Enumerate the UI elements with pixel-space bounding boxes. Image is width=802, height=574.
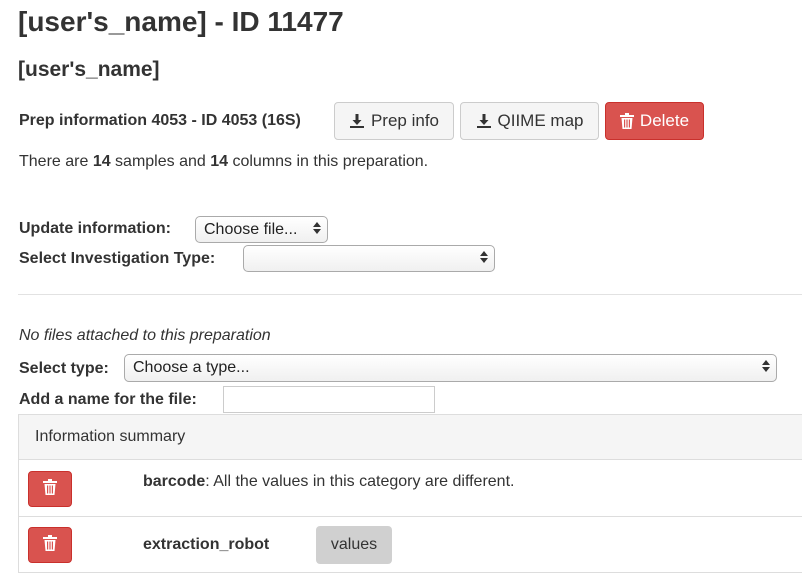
download-icon (476, 113, 492, 129)
values-button[interactable]: values (316, 526, 392, 564)
sample-count: 14 (92, 153, 111, 170)
prep-info-button[interactable]: Prep info (334, 102, 454, 140)
select-type-label: Select type: (19, 360, 109, 377)
category-description: : All the values in this category are di… (205, 473, 515, 490)
file-name-input[interactable] (223, 386, 435, 413)
category-name: extraction_robot (143, 536, 270, 553)
delete-label: Delete (639, 111, 690, 130)
qiime-map-button[interactable]: QIIME map (460, 102, 599, 140)
delete-extraction-robot-button[interactable] (28, 527, 72, 563)
trash-icon (43, 478, 57, 500)
section-divider (18, 294, 802, 295)
information-summary-title: Information summary (35, 428, 186, 445)
trash-icon (619, 113, 634, 129)
choose-file-button[interactable]: Choose file... (195, 216, 328, 243)
investigation-type-select[interactable] (243, 245, 495, 272)
delete-barcode-button[interactable] (28, 471, 72, 507)
select-arrows-icon (313, 221, 321, 239)
preparation-counts: There are 14 samples and 14 columns in t… (19, 153, 429, 170)
prep-information-label: Prep information 4053 - ID 4053 (16S) (19, 112, 301, 129)
trash-icon (43, 534, 57, 556)
barcode-summary-text: barcode: All the values in this category… (143, 471, 514, 493)
select-arrows-icon (480, 250, 488, 268)
download-icon (349, 113, 365, 129)
file-name-label: Add a name for the file: (19, 391, 197, 408)
extraction-robot-summary-text: extraction_robot (143, 534, 269, 556)
delete-button[interactable]: Delete (605, 102, 704, 140)
investigation-type-label: Select Investigation Type: (19, 250, 216, 267)
summary-row-extraction-robot (18, 517, 802, 573)
information-summary-header: Information summary (18, 414, 802, 460)
file-type-select[interactable]: Choose a type... (124, 354, 777, 382)
update-information-label: Update information: (19, 220, 171, 237)
page-title: [user's_name] - ID 11477 (18, 6, 344, 37)
column-count: 14 (210, 153, 229, 170)
no-files-message: No files attached to this preparation (19, 327, 271, 344)
prep-info-label: Prep info (370, 111, 440, 130)
select-arrows-icon (762, 359, 770, 377)
qiime-map-label: QIIME map (497, 111, 584, 130)
category-name: barcode (143, 473, 206, 490)
page-subtitle: [user's_name] (18, 58, 160, 81)
